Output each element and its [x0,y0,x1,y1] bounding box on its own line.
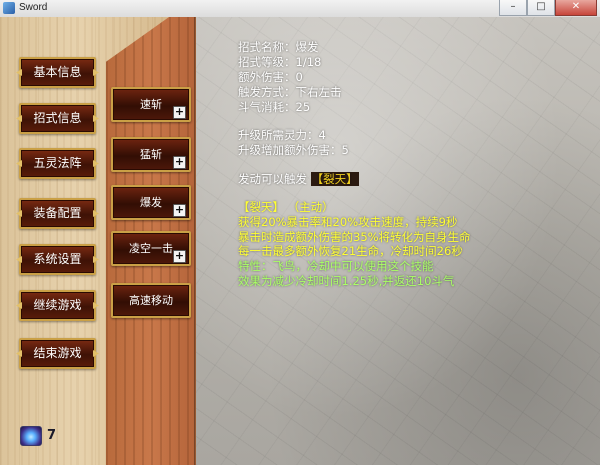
skill-button-heavy-strike[interactable]: 猛斩 + [111,137,191,172]
menu-quit-button[interactable]: 结束游戏 [19,338,96,369]
upgrade-damage-line: 升级增加额外伤害：5 [238,143,349,157]
skill-label: 爆发 [140,196,162,209]
app-icon [3,2,15,14]
menu-settings-button[interactable]: 系统设置 [19,244,96,275]
minimize-button[interactable]: – [499,0,527,16]
gem-icon [20,426,42,446]
maximize-button[interactable]: □ [527,0,555,16]
linked-skill-description: 【裂天】 （主动） 获得20%暴击率和20%攻击速度，持续9秒 暴击时造成额外伤… [238,200,471,289]
linked-skill-line: 暴击时造成额外伤害的35%将转化为自身生命 [238,229,471,244]
linked-skill-line: 获得20%暴击率和20%攻击速度，持续9秒 [238,214,458,229]
upgrade-power-line: 升级所需灵力：4 [238,128,326,142]
close-button[interactable]: ✕ [555,0,597,16]
linked-skill-name: 【裂天】 [238,200,284,214]
skill-button-sustrike[interactable]: 速斩 + [111,87,191,122]
menu-five-spirits-button[interactable]: 五灵法阵 [19,148,96,179]
game-screen: 基本信息 招式信息 五灵法阵 装备配置 系统设置 继续游戏 结束游戏 速斩 + … [0,17,600,465]
window-titlebar: Sword – □ ✕ [0,0,600,18]
triggers-label: 发动可以触发 [238,172,307,186]
upgrade-plus-icon[interactable]: + [173,204,186,217]
skill-level-line: 招式等级：1/18 [238,55,322,69]
menu-equipment-button[interactable]: 装备配置 [19,198,96,229]
linked-skill-trait-line: 特性：飞鸟，冷却中可以使用这个技能 [238,259,434,274]
upgrade-plus-icon[interactable]: + [173,156,186,169]
window-title: Sword [19,2,48,13]
menu-skill-info-button[interactable]: 招式信息 [19,103,96,134]
menu-continue-button[interactable]: 继续游戏 [19,290,96,321]
gem-count: 7 [47,428,57,443]
triggers-skill-line: 发动可以触发 【裂天】 [238,172,359,186]
upgrade-plus-icon[interactable]: + [173,250,186,263]
cost-line: 斗气消耗：25 [238,100,311,114]
menu-basic-info-button[interactable]: 基本信息 [19,57,96,88]
upgrade-plus-icon[interactable]: + [173,106,186,119]
skill-label: 凌空一击 [129,242,173,255]
skill-button-burst[interactable]: 爆发 + [111,185,191,220]
skill-label: 高速移动 [129,294,173,307]
window-controls: – □ ✕ [499,0,597,16]
skill-label: 速斩 [140,98,162,111]
linked-skill-type: （主动） [287,200,334,214]
linked-skill-trait-line: 效果为减少冷却时间1.25秒,并返还10斗气 [238,273,455,288]
skill-label: 猛斩 [140,148,162,161]
triggered-skill-name: 【裂天】 [310,172,359,186]
skill-button-high-speed-move[interactable]: 高速移动 [111,283,191,318]
extra-damage-line: 额外伤害：0 [238,70,303,84]
linked-skill-header: 【裂天】 （主动） [238,200,471,215]
skill-name-line: 招式名称：爆发 [238,40,319,54]
trigger-line: 触发方式：下右左击 [238,85,342,99]
skill-button-aerial-strike[interactable]: 凌空一击 + [111,231,191,266]
linked-skill-line: 每一击最多额外恢复21生命，冷却时间26秒 [238,244,463,259]
